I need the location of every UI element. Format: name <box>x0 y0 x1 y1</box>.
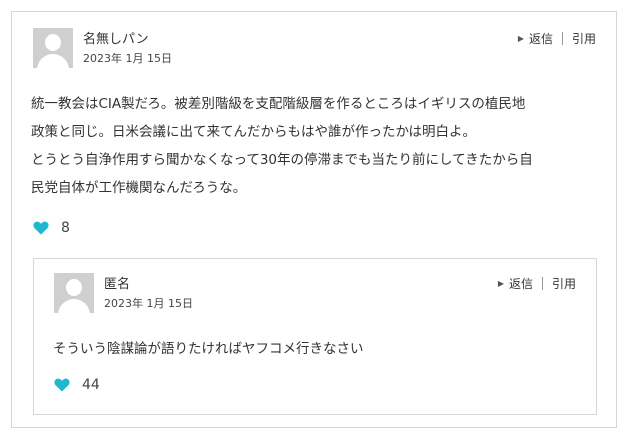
heart-icon[interactable] <box>54 378 70 392</box>
avatar-icon <box>54 273 94 313</box>
reply-button[interactable]: 返信 <box>529 30 553 47</box>
comment-line: 統一教会はCIA製だろ。被差別階級を支配階級層を作るところはイギリスの植民地 <box>31 96 526 112</box>
comment-actions: ▶ 返信 引用 <box>498 275 576 292</box>
comment-date: 2023年 1月 15日 <box>104 297 193 310</box>
comment-author: 名無しパン <box>83 32 149 47</box>
avatar-icon <box>33 28 73 68</box>
action-divider <box>541 277 543 290</box>
like-area: 44 <box>54 377 100 393</box>
comment-line: 民党自体が工作機関なんだろうな。 <box>31 180 247 196</box>
comment-author: 匿名 <box>104 277 131 292</box>
reply-arrow-icon: ▶ <box>497 279 504 288</box>
reply-arrow-icon: ▶ <box>517 34 524 43</box>
comment-body: 統一教会はCIA製だろ。被差別階級を支配階級層を作るところはイギリスの植民地 政… <box>31 90 533 202</box>
comment-actions: ▶ 返信 引用 <box>518 30 596 47</box>
reply-button[interactable]: 返信 <box>509 275 533 292</box>
comment-body: そういう陰謀論が語りたければヤフコメ行きなさい <box>53 341 364 357</box>
like-count: 44 <box>82 377 100 393</box>
heart-icon[interactable] <box>33 221 49 235</box>
action-divider <box>561 32 563 45</box>
comment-line: 政策と同じ。日米会議に出て来てんだからもはや誰が作ったかは明白よ。 <box>31 124 476 140</box>
quote-button[interactable]: 引用 <box>572 30 596 47</box>
comment-line: とうとう自浄作用すら聞かなくなって30年の停滞までも当たり前にしてきたから自 <box>31 152 533 168</box>
like-area: 8 <box>33 220 70 236</box>
reply-card: 匿名 2023年 1月 15日 ▶ 返信 引用 そういう陰謀論が語りたければヤフ… <box>33 258 597 415</box>
comment-card: 名無しパン 2023年 1月 15日 ▶ 返信 引用 統一教会はCIA製だろ。被… <box>11 11 617 428</box>
like-count: 8 <box>61 220 70 236</box>
quote-button[interactable]: 引用 <box>552 275 576 292</box>
comment-date: 2023年 1月 15日 <box>83 52 172 65</box>
